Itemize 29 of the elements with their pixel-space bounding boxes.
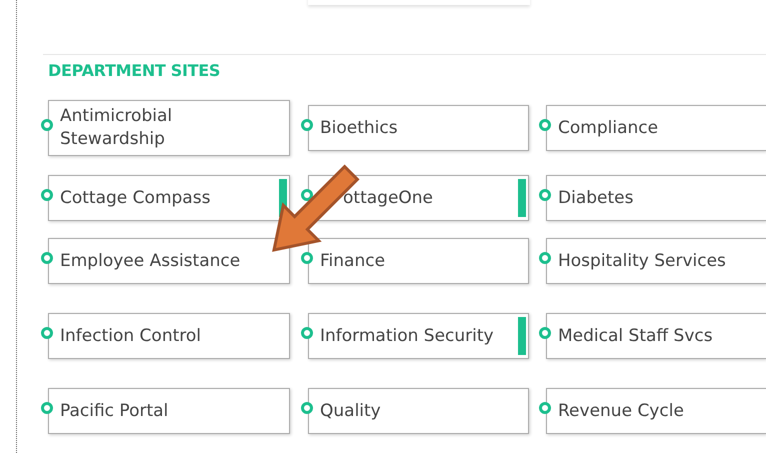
site-tile[interactable]: Employee Assistance: [48, 238, 290, 284]
site-tile[interactable]: Antimicrobial Stewardship: [48, 100, 290, 156]
section-title: DEPARTMENT SITES: [48, 61, 222, 81]
site-tile[interactable]: Finance: [308, 238, 529, 284]
site-tile[interactable]: Information Security: [308, 313, 529, 359]
ring-icon: [41, 402, 53, 414]
site-tile[interactable]: Quality: [308, 388, 529, 434]
ring-icon: [539, 252, 551, 264]
site-tile[interactable]: Pacific Portal: [48, 388, 290, 434]
ring-icon: [301, 402, 313, 414]
site-tile[interactable]: Revenue Cycle: [546, 388, 766, 434]
site-tile[interactable]: Cottage Compass: [48, 175, 290, 221]
site-tile[interactable]: Bioethics: [308, 105, 529, 151]
site-tile[interactable]: Infection Control: [48, 313, 290, 359]
ring-icon: [539, 119, 551, 131]
site-tile[interactable]: Hospitality Services: [546, 238, 766, 284]
ring-icon: [41, 119, 53, 131]
ring-icon: [41, 252, 53, 264]
site-tile[interactable]: Compliance: [546, 105, 766, 151]
ring-icon: [539, 189, 551, 201]
ring-icon: [301, 327, 313, 339]
ring-icon: [539, 327, 551, 339]
ring-icon: [301, 252, 313, 264]
ring-icon: [301, 119, 313, 131]
site-tile[interactable]: Medical Staff Svcs: [546, 313, 766, 359]
ring-icon: [41, 189, 53, 201]
ring-icon: [41, 327, 53, 339]
ring-icon: [539, 402, 551, 414]
site-tile[interactable]: Diabetes: [546, 175, 766, 221]
